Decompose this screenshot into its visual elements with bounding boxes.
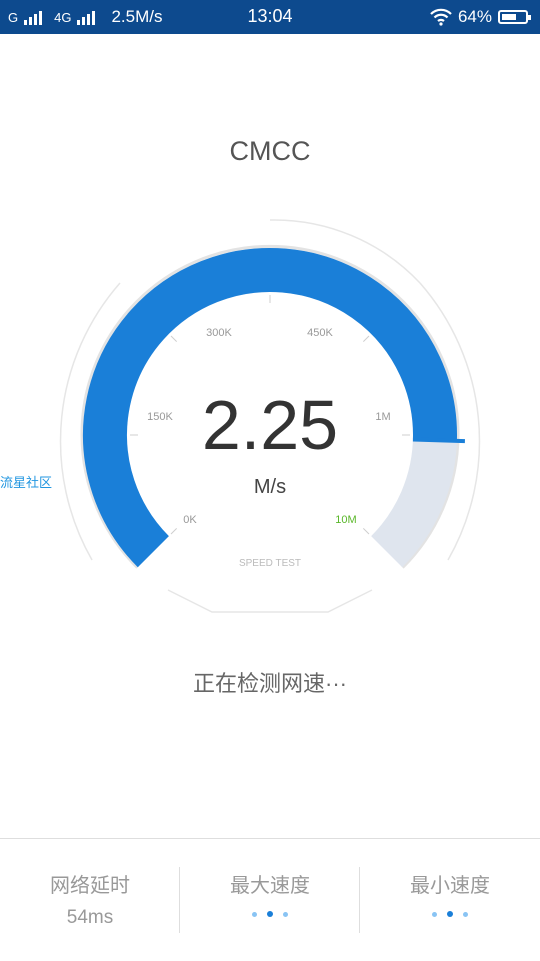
tick-label-150k: 150K (147, 411, 173, 423)
max-speed-loading-dots (180, 911, 360, 917)
loading-dot (267, 911, 273, 917)
operator-name: CMCC (229, 136, 311, 166)
gauge-needle (412, 437, 465, 444)
testing-status-text: 正在检测网速··· (193, 671, 347, 696)
gauge-tick-mark (170, 527, 178, 535)
min-speed-stat: 最小速度 (360, 839, 540, 961)
gauge-footer-label: SPEED TEST (239, 558, 301, 569)
loading-dot (432, 912, 437, 917)
min-speed-loading-dots (360, 911, 540, 917)
stats-panel: 网络延时 54ms 最大速度 最小速度 (0, 838, 540, 961)
speed-gauge: 0K 150K 300K 450K 1M 10M 2.25 M/s SPEED … (59, 219, 481, 613)
tick-label-450k: 450K (307, 327, 333, 339)
tick-label-300k: 300K (206, 327, 232, 339)
status-bar: G 4G 2.5M/s 13:04 64% (0, 0, 540, 34)
tick-label-1m: 1M (375, 411, 390, 423)
gauge-outer-frame-bottom (167, 589, 373, 613)
speed-value: 2.25 (202, 386, 338, 464)
max-speed-stat: 最大速度 (180, 839, 360, 961)
loading-dot (463, 912, 468, 917)
wifi-icon (430, 8, 452, 26)
gauge-tick-mark (170, 335, 178, 343)
latency-value: 54ms (66, 907, 114, 928)
battery-icon (498, 10, 531, 24)
battery-fill (502, 14, 517, 20)
max-speed-label: 最大速度 (230, 875, 310, 897)
tick-label-0k: 0K (183, 514, 197, 526)
loading-dot (252, 912, 257, 917)
gauge-tick-mark (362, 527, 370, 535)
loading-dot (283, 912, 288, 917)
latency-stat: 网络延时 54ms (0, 839, 180, 961)
latency-label: 网络延时 (50, 875, 130, 897)
status-right: 64% (430, 0, 531, 34)
tick-label-10m: 10M (335, 514, 356, 526)
min-speed-label: 最小速度 (410, 875, 490, 897)
battery-percent: 64% (457, 7, 492, 26)
speed-unit: M/s (254, 476, 286, 498)
side-community-label[interactable]: 流星社区 (0, 472, 52, 491)
gauge-tick-mark (362, 335, 370, 343)
loading-dot (447, 911, 453, 917)
